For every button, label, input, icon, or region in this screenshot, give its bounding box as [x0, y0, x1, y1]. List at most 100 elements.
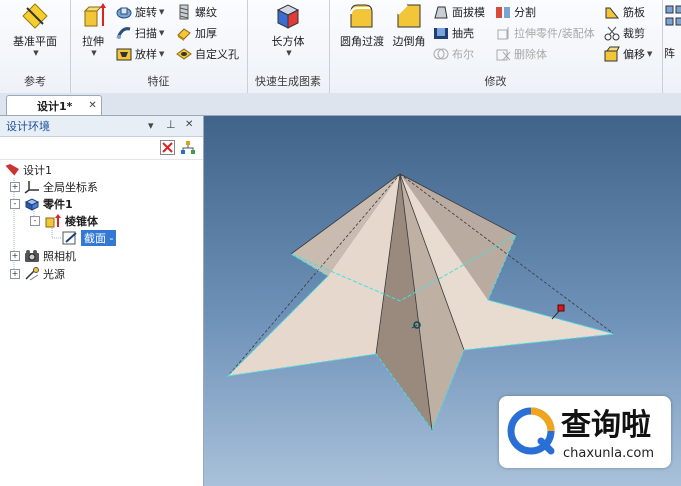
offset-label: 偏移	[623, 48, 645, 61]
trim-button[interactable]: 裁剪	[604, 24, 645, 42]
thread-button[interactable]: 螺纹	[176, 3, 217, 21]
shell-label: 抽壳	[452, 27, 474, 40]
draft-button[interactable]: 面拔模	[433, 3, 485, 21]
document-tab[interactable]: 设计1* ✕	[6, 95, 102, 115]
extrude-label: 拉伸	[82, 35, 104, 48]
document-tab-bar: 设计1* ✕	[0, 93, 681, 116]
ribbon-group-features: 拉伸 ▼ 旋转 ▼ 扫描 ▼ 放样 ▼ 螺纹 加厚 自定义孔 特征	[70, 0, 248, 93]
fillet-label: 圆角过渡	[340, 35, 384, 48]
fillet-icon	[350, 4, 373, 28]
light-source-icon	[25, 267, 39, 281]
sketch-edit-icon	[62, 231, 77, 245]
offset-icon	[604, 46, 620, 62]
tree-item-pyramid[interactable]: - 棱锥体	[30, 213, 98, 229]
rib-icon	[605, 7, 620, 19]
sweep-button[interactable]: 扫描 ▼	[116, 24, 164, 42]
split-button[interactable]: 分割	[495, 3, 536, 21]
extrude-button[interactable]: 拉伸 ▼	[76, 2, 110, 57]
tree-item-section[interactable]: 截面 -	[62, 230, 117, 246]
shell-icon	[434, 28, 448, 39]
group-label-features: 特征	[147, 75, 170, 88]
extrude-part-icon	[497, 27, 509, 40]
trim-icon	[604, 26, 620, 41]
thicken-button[interactable]: 加厚	[176, 24, 217, 42]
chevron-down-icon: ▼	[91, 49, 97, 57]
loft-label: 放样	[135, 48, 157, 61]
chamfer-label: 边倒角	[392, 35, 426, 48]
extrude-part-button[interactable]: 拉伸零件/装配体	[495, 24, 595, 42]
coordinate-system-icon	[24, 181, 39, 194]
chamfer-button[interactable]: 边倒角	[389, 2, 429, 49]
pattern-icon	[665, 5, 681, 26]
boolean-button[interactable]: 布尔	[433, 45, 474, 63]
datum-plane-icon	[22, 3, 48, 29]
draft-label: 面拔模	[452, 6, 485, 19]
custom-hole-button[interactable]: 自定义孔	[176, 45, 239, 63]
chevron-down-icon: ▼	[159, 8, 165, 16]
tree-item-label: 光源	[43, 268, 65, 281]
group-label-modify: 修改	[484, 75, 507, 88]
sweep-label: 扫描	[135, 27, 157, 40]
box-primitive-button[interactable]: 长方体 ▼	[259, 2, 317, 57]
draft-icon	[434, 6, 448, 19]
thread-icon	[179, 4, 189, 20]
ribbon-group-reference: 基准平面 ▼ 参考	[0, 0, 71, 93]
revolve-button[interactable]: 旋转 ▼	[116, 3, 164, 21]
tree-item-camera[interactable]: + 照相机	[10, 248, 76, 264]
box-primitive-label: 长方体	[271, 35, 305, 48]
custom-hole-label: 自定义孔	[195, 48, 239, 61]
close-icon[interactable]: ✕	[88, 100, 96, 111]
red-handle-icon[interactable]	[557, 304, 565, 312]
datum-plane-button[interactable]: 基准平面 ▼	[6, 2, 64, 57]
loft-button[interactable]: 放样 ▼	[116, 45, 164, 63]
fillet-button[interactable]: 圆角过渡	[337, 2, 387, 49]
pattern-button-partial[interactable]: 阵	[664, 4, 681, 64]
loft-icon	[116, 48, 132, 61]
delete-body-button[interactable]: 删除体	[495, 45, 547, 63]
tree-item-light[interactable]: + 光源	[10, 266, 65, 282]
expand-icon[interactable]: +	[10, 269, 20, 279]
chevron-down-icon: ▼	[159, 50, 165, 58]
collapse-icon[interactable]: -	[10, 199, 20, 209]
camera-icon	[25, 250, 39, 262]
watermark-url: chaxunla.com	[563, 446, 654, 461]
boolean-icon	[433, 48, 449, 60]
tree-item-part[interactable]: - 零件1	[10, 196, 73, 212]
offset-button[interactable]: 偏移 ▼	[604, 45, 652, 63]
rib-label: 筋板	[623, 6, 645, 19]
collapse-icon[interactable]: -	[30, 216, 40, 226]
revolve-icon	[116, 7, 132, 19]
thicken-icon	[177, 28, 191, 41]
design-icon	[4, 164, 19, 177]
pattern-label-partial: 阵	[664, 47, 675, 60]
ribbon-group-quick-primitives: 长方体 ▼ 快速生成图素	[247, 0, 330, 93]
sweep-icon	[116, 27, 131, 39]
shell-button[interactable]: 抽壳	[433, 24, 474, 42]
thicken-label: 加厚	[195, 27, 217, 40]
tree-root[interactable]: 设计1	[4, 162, 52, 178]
watermark-name: 查询啦	[561, 408, 651, 443]
tree-root-label: 设计1	[23, 164, 52, 177]
chevron-down-icon: ▼	[159, 29, 165, 37]
tree-item-label: 截面 -	[81, 230, 117, 246]
tree-item-label: 照相机	[43, 250, 76, 263]
tree-item-label: 全局坐标系	[43, 181, 98, 194]
group-label-quick-primitives: 快速生成图素	[255, 75, 321, 88]
datum-plane-label: 基准平面	[13, 35, 57, 48]
split-label: 分割	[514, 6, 536, 19]
watermark-logo: 查询啦 chaxunla.com	[499, 396, 671, 468]
design-environment-panel: 设计环境 ▾ ⊥ ✕ 设计1 + 全局坐标系 - 零件1 - 棱锥体 截面 - …	[0, 116, 204, 486]
expand-icon[interactable]: +	[10, 182, 20, 192]
delete-body-label: 删除体	[514, 48, 547, 61]
tree-item-label: 零件1	[43, 198, 73, 211]
document-tab-title: 设计1*	[37, 99, 73, 113]
delete-body-icon	[496, 49, 511, 61]
box-icon	[276, 4, 300, 29]
ribbon-group-modify: 圆角过渡 边倒角 面拔模 抽壳 布尔 分割 拉伸零件/装配体 删除体 筋板 裁剪…	[329, 0, 663, 93]
rib-button[interactable]: 筋板	[604, 3, 645, 21]
expand-icon[interactable]: +	[10, 251, 20, 261]
tree-item-label: 棱锥体	[65, 215, 98, 228]
tree-item-global-coords[interactable]: + 全局坐标系	[10, 179, 98, 195]
pyramid-feature-icon	[45, 214, 61, 228]
chevron-down-icon: ▼	[286, 49, 292, 57]
